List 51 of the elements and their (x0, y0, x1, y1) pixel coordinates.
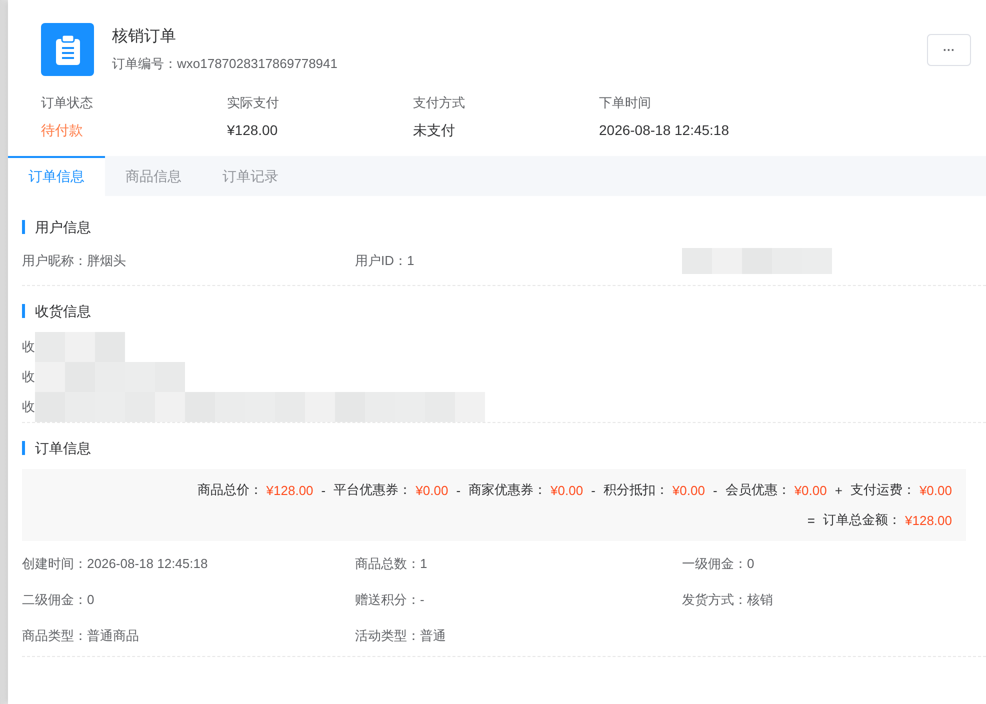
fee-value: ¥0.00 (672, 482, 705, 498)
clipboard-icon (41, 23, 94, 76)
order-number: 订单编号：wxo1787028317869778941 (112, 55, 338, 73)
fee-label: 支付运费： (850, 481, 916, 499)
fee-value: ¥0.00 (794, 482, 827, 498)
info-field: 创建时间：2026-08-18 12:45:18 (22, 555, 355, 573)
info-field: 二级佣金：0 (22, 591, 355, 609)
summary-value: 待付款 (41, 122, 84, 140)
fee-label: 商品总价： (197, 481, 262, 499)
fee-label: 会员优惠： (725, 481, 790, 499)
operator: - (456, 482, 461, 498)
summary-label: 订单状态 (41, 94, 94, 112)
summary-value: ¥128.00 (227, 122, 279, 138)
info-field: 商品类型：普通商品 (22, 627, 355, 645)
info-field: 收 (22, 368, 35, 386)
info-field: 用户ID：1 (355, 252, 682, 270)
operator: - (712, 482, 718, 498)
info-field: 赠送积分：- (355, 591, 682, 609)
fee-label: 商家优惠券： (468, 481, 547, 499)
section-title: 订单信息 (22, 441, 986, 455)
fee-value: ¥0.00 (416, 482, 448, 498)
fee-value: ¥0.00 (919, 482, 952, 498)
info-field: 用户昵称：胖烟头 (22, 252, 355, 270)
order-title: 核销订单 (112, 27, 177, 47)
info-field: 收 (22, 338, 35, 356)
fee-value: ¥128.00 (266, 482, 314, 498)
info-field: 收 (22, 398, 35, 416)
summary-value: 2026-08-18 12:45:18 (599, 122, 730, 138)
fee-label: 平台优惠券： (334, 481, 412, 499)
summary-label: 实际支付 (227, 94, 280, 112)
section-title: 收货信息 (22, 304, 986, 318)
fee-label: 积分抵扣： (603, 481, 668, 499)
tab[interactable]: 订单信息 (8, 156, 105, 196)
summary-value: 未支付 (413, 122, 456, 140)
operator: - (591, 482, 596, 498)
fee-label: 订单总金额： (823, 511, 901, 529)
section-title: 用户信息 (22, 220, 986, 234)
info-field: 一级佣金：0 (682, 555, 986, 573)
tab[interactable]: 订单记录 (202, 156, 299, 196)
info-field: 发货方式：核销 (682, 591, 986, 609)
summary-label: 下单时间 (599, 94, 652, 112)
summary-label: 支付方式 (413, 94, 466, 112)
fee-value: ¥0.00 (550, 482, 584, 498)
info-field: 活动类型：普通 (355, 627, 682, 645)
info-field: 商品总数：1 (355, 555, 682, 573)
tab[interactable]: 商品信息 (105, 156, 202, 196)
operator: - (321, 482, 326, 498)
operator: = (807, 512, 815, 528)
fee-value: ¥128.00 (905, 512, 952, 528)
operator: + (834, 482, 842, 498)
more-button[interactable]: ··· (927, 34, 971, 66)
